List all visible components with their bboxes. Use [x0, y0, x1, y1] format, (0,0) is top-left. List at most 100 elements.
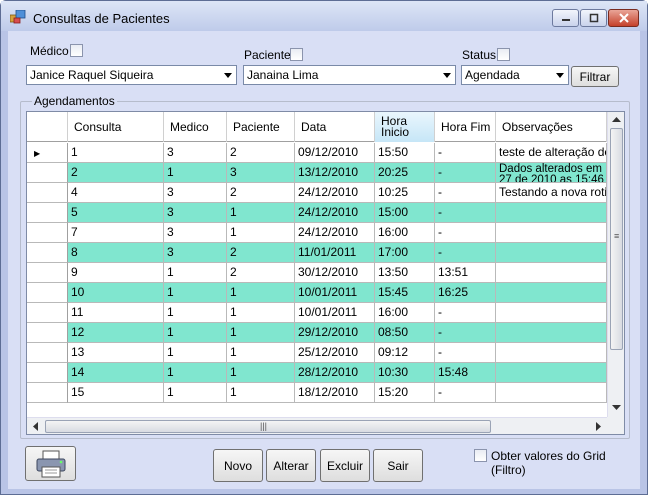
row-selector[interactable]: [27, 283, 68, 303]
filtrar-button[interactable]: Filtrar: [571, 66, 619, 87]
cell-paciente[interactable]: 2: [227, 263, 295, 283]
cell-paciente[interactable]: 2: [227, 183, 295, 203]
cell-hora-inicio[interactable]: 15:45: [375, 283, 435, 303]
row-selector[interactable]: [27, 263, 68, 283]
row-selector[interactable]: [27, 363, 68, 383]
horizontal-scroll-thumb[interactable]: |||: [45, 420, 491, 433]
row-selector[interactable]: [27, 243, 68, 263]
table-row[interactable]: 7 3 1 24/12/2010 16:00-: [27, 223, 607, 243]
table-row[interactable]: 13 1 1 25/12/2010 09:12-: [27, 343, 607, 363]
cell-hora-inicio[interactable]: 09:12: [375, 343, 435, 363]
cell-data[interactable]: 10/01/2011: [295, 283, 375, 303]
cell-medico[interactable]: 3: [164, 143, 227, 163]
cell-paciente[interactable]: 2: [227, 143, 295, 163]
scroll-right-icon[interactable]: [595, 422, 602, 431]
table-row[interactable]: 43224/12/201010:25-Testando a nova rotin…: [27, 183, 607, 203]
cell-paciente[interactable]: 1: [227, 323, 295, 343]
cell-data[interactable]: 11/01/2011: [295, 243, 375, 263]
table-row[interactable]: 9 1 2 30/12/2010 13:50 13:51: [27, 263, 607, 283]
column-header-hora-fim[interactable]: Hora Fim: [435, 112, 496, 142]
cell-consulta[interactable]: 7: [68, 223, 164, 243]
cell-hora-inicio[interactable]: 15:00: [375, 203, 435, 223]
cell-observacoes[interactable]: [496, 363, 607, 383]
cell-consulta[interactable]: 8: [68, 243, 164, 263]
cell-paciente[interactable]: 1: [227, 283, 295, 303]
cell-hora-inicio[interactable]: 17:00: [375, 243, 435, 263]
cell-paciente[interactable]: 1: [227, 203, 295, 223]
status-checkbox[interactable]: [497, 48, 510, 61]
cell-data[interactable]: 29/12/2010: [295, 323, 375, 343]
cell-data[interactable]: 24/12/2010: [295, 183, 375, 203]
cell-paciente[interactable]: 1: [227, 223, 295, 243]
table-row[interactable]: 15 1 1 18/12/2010 15:20-: [27, 383, 607, 403]
scroll-down-icon[interactable]: [612, 404, 621, 411]
cell-data[interactable]: 24/12/2010: [295, 203, 375, 223]
cell-medico[interactable]: 1: [164, 303, 227, 323]
cell-data[interactable]: 18/12/2010: [295, 383, 375, 403]
cell-observacoes[interactable]: Dados alterados em 27 de 2010 as 15:46: [496, 163, 607, 183]
cell-observacoes[interactable]: Testando a nova rotina de: [496, 183, 607, 203]
cell-consulta[interactable]: 15: [68, 383, 164, 403]
novo-button[interactable]: Novo: [213, 449, 263, 482]
cell-consulta[interactable]: 10: [68, 283, 164, 303]
cell-medico[interactable]: 3: [164, 203, 227, 223]
cell-consulta[interactable]: 2: [68, 163, 164, 183]
title-bar[interactable]: Consultas de Pacientes: [1, 1, 647, 31]
cell-data[interactable]: 09/12/2010: [295, 143, 375, 163]
cell-paciente[interactable]: 2: [227, 243, 295, 263]
row-selector[interactable]: [27, 223, 68, 243]
cell-observacoes[interactable]: [496, 223, 607, 243]
cell-data[interactable]: 30/12/2010: [295, 263, 375, 283]
table-row[interactable]: 10 1 1 10/01/2011 15:45 16:25: [27, 283, 607, 303]
cell-consulta[interactable]: 12: [68, 323, 164, 343]
cell-consulta[interactable]: 13: [68, 343, 164, 363]
cell-hora-inicio[interactable]: 13:50: [375, 263, 435, 283]
cell-hora-inicio[interactable]: 15:20: [375, 383, 435, 403]
table-row[interactable]: ▶ 1 3 2 09/12/2010 15:50- teste de alteração d…: [27, 143, 607, 163]
cell-hora-fim[interactable]: -: [435, 303, 496, 323]
cell-medico[interactable]: 1: [164, 283, 227, 303]
sair-button[interactable]: Sair: [373, 449, 423, 482]
cell-hora-fim[interactable]: -: [435, 183, 496, 203]
column-header-hora-inicio[interactable]: Hora Inicio: [375, 112, 435, 142]
row-selector[interactable]: [27, 343, 68, 363]
cell-hora-fim[interactable]: -: [435, 163, 496, 183]
cell-paciente[interactable]: 3: [227, 163, 295, 183]
cell-consulta[interactable]: 14: [68, 363, 164, 383]
maximize-button[interactable]: [580, 9, 607, 27]
cell-hora-fim[interactable]: 16:25: [435, 283, 496, 303]
row-selector[interactable]: [27, 383, 68, 403]
cell-hora-fim[interactable]: -: [435, 383, 496, 403]
cell-consulta[interactable]: 4: [68, 183, 164, 203]
cell-medico[interactable]: 3: [164, 183, 227, 203]
column-header-consulta[interactable]: Consulta: [68, 112, 164, 142]
cell-medico[interactable]: 1: [164, 343, 227, 363]
status-combobox[interactable]: Agendada: [461, 65, 569, 85]
row-selector[interactable]: ▶: [27, 143, 68, 163]
horizontal-scrollbar[interactable]: |||: [27, 417, 607, 434]
table-row[interactable]: 5 3 1 24/12/2010 15:00-: [27, 203, 607, 223]
cell-hora-fim[interactable]: -: [435, 223, 496, 243]
paciente-combobox[interactable]: Janaina Lima: [243, 65, 456, 85]
cell-medico[interactable]: 3: [164, 223, 227, 243]
cell-paciente[interactable]: 1: [227, 303, 295, 323]
cell-medico[interactable]: 1: [164, 263, 227, 283]
cell-medico[interactable]: 1: [164, 383, 227, 403]
cell-consulta[interactable]: 1: [68, 143, 164, 163]
row-selector[interactable]: [27, 203, 68, 223]
cell-hora-fim[interactable]: -: [435, 143, 496, 163]
table-row[interactable]: 12 1 1 29/12/2010 08:50-: [27, 323, 607, 343]
scroll-up-icon[interactable]: [612, 116, 621, 123]
print-button[interactable]: [25, 446, 76, 481]
cell-paciente[interactable]: 1: [227, 363, 295, 383]
cell-hora-fim[interactable]: 15:48: [435, 363, 496, 383]
table-row[interactable]: 11 1 1 10/01/2011 16:00-: [27, 303, 607, 323]
column-header-paciente[interactable]: Paciente: [227, 112, 295, 142]
cell-paciente[interactable]: 1: [227, 343, 295, 363]
cell-hora-fim[interactable]: 13:51: [435, 263, 496, 283]
cell-consulta[interactable]: 11: [68, 303, 164, 323]
cell-medico[interactable]: 1: [164, 163, 227, 183]
cell-observacoes[interactable]: [496, 343, 607, 363]
column-header-data[interactable]: Data: [295, 112, 375, 142]
table-row[interactable]: 14 1 1 28/12/2010 10:30 15:48: [27, 363, 607, 383]
